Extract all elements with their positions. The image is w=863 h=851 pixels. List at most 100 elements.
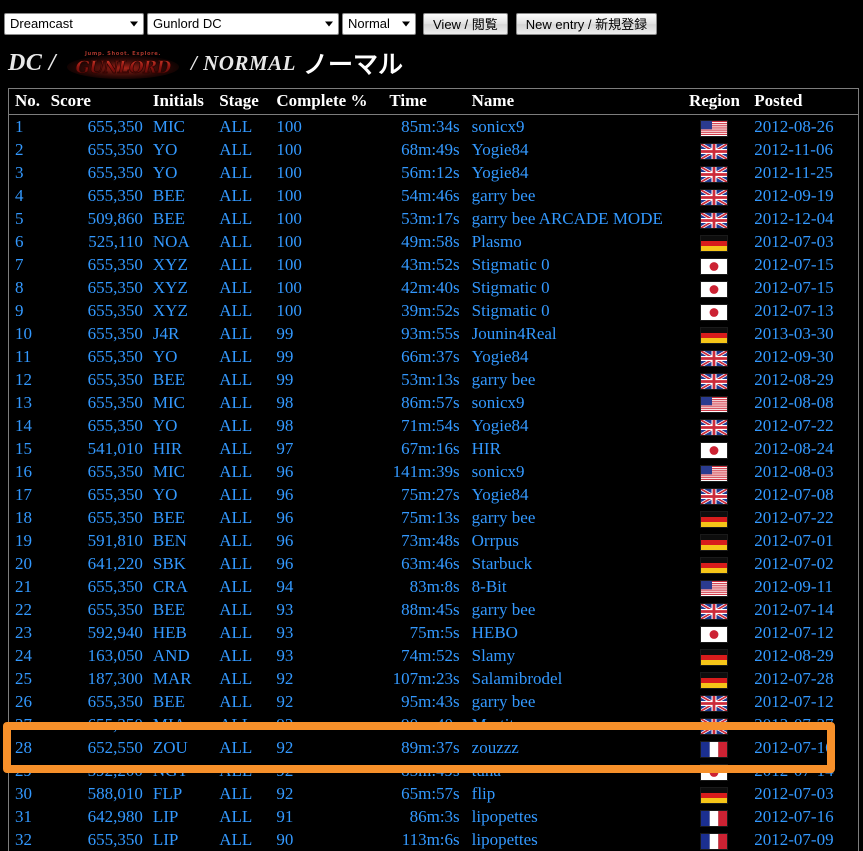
table-row[interactable]: 8655,350XYZALL10042m:40sStigmatic 02012-… [9,276,858,299]
table-row[interactable]: 32655,350LIPALL90113m:6slipopettes2012-0… [9,828,858,851]
mode-select[interactable]: Normal [342,13,416,35]
flag-de-icon [701,236,727,251]
table-row[interactable]: 1655,350MICALL10085m:34ssonicx92012-08-2… [9,115,858,139]
cell-no: 6 [9,230,45,253]
cell-posted: 2012-07-27 [748,713,858,736]
col-header-initials[interactable]: Initials [147,89,215,115]
cell-initials: NGT [147,759,215,782]
cell-stage: ALL [215,368,272,391]
cell-posted: 2012-12-04 [748,207,858,230]
cell-name: Yogie84 [464,161,681,184]
table-row[interactable]: 18655,350BEEALL9675m:13sgarry bee2012-07… [9,506,858,529]
table-row[interactable]: 7655,350XYZALL10043m:52sStigmatic 02012-… [9,253,858,276]
col-header-posted[interactable]: Posted [748,89,858,115]
cell-region [681,184,749,207]
table-row[interactable]: 16655,350MICALL96141m:39ssonicx92012-08-… [9,460,858,483]
cell-stage: ALL [215,690,272,713]
table-row[interactable]: 19591,810BENALL9673m:48sOrrpus2012-07-01 [9,529,858,552]
gunlord-logo[interactable]: Jump. Shoot. Explore. GUNLORD [64,46,182,80]
cell-initials: YO [147,345,215,368]
table-row[interactable]: 4655,350BEEALL10054m:46sgarry bee2012-09… [9,184,858,207]
table-row[interactable]: 31642,980LIPALL9186m:3slipopettes2012-07… [9,805,858,828]
table-row[interactable]: 26655,350BEEALL9295m:43sgarry bee2012-07… [9,690,858,713]
cell-stage: ALL [215,322,272,345]
cell-name: Orrpus [464,529,681,552]
table-row[interactable]: 23592,940HEBALL9375m:5sHEBO2012-07-12 [9,621,858,644]
flag-us-icon [701,466,727,481]
table-row[interactable]: 2655,350YOALL10068m:49sYogie842012-11-06 [9,138,858,161]
cell-no: 18 [9,506,45,529]
cell-complete: 93 [272,644,385,667]
cell-complete: 92 [272,713,385,736]
cell-no: 17 [9,483,45,506]
cell-complete: 100 [272,138,385,161]
table-row[interactable]: 9655,350XYZALL10039m:52sStigmatic 02012-… [9,299,858,322]
table-row[interactable]: 22655,350BEEALL9388m:45sgarry bee2012-07… [9,598,858,621]
cell-name: sonicx9 [464,460,681,483]
col-header-complete[interactable]: Complete % [272,89,385,115]
table-row[interactable]: 15541,010HIRALL9767m:16sHIR2012-08-24 [9,437,858,460]
cell-stage: ALL [215,460,272,483]
breadcrumb-platform[interactable]: DC / [8,50,56,77]
table-row[interactable]: 6525,110NOAALL10049m:58sPlasmo2012-07-03 [9,230,858,253]
cell-posted: 2012-09-19 [748,184,858,207]
cell-posted: 2012-08-26 [748,115,858,139]
table-row[interactable]: 24163,050ANDALL9374m:52sSlamy2012-08-29 [9,644,858,667]
col-header-score[interactable]: Score [45,89,147,115]
col-header-name[interactable]: Name [464,89,681,115]
cell-posted: 2012-09-11 [748,575,858,598]
game-select[interactable]: Gunlord DC [147,13,339,35]
new-entry-button[interactable]: New entry / 新規登録 [516,13,657,35]
col-header-region[interactable]: Region [681,89,749,115]
cell-name: HIR [464,437,681,460]
table-row[interactable]: 30588,010FLPALL9265m:57sflip2012-07-03 [9,782,858,805]
table-row[interactable]: 20641,220SBKALL9663m:46sStarbuck2012-07-… [9,552,858,575]
table-row[interactable]: 17655,350YOALL9675m:27sYogie842012-07-08 [9,483,858,506]
system-select[interactable]: Dreamcast [4,13,144,35]
cell-initials: BEN [147,529,215,552]
chevron-down-icon [325,21,333,26]
table-row[interactable]: 13655,350MICALL9886m:57ssonicx92012-08-0… [9,391,858,414]
flag-de-icon [701,650,727,665]
cell-stage: ALL [215,253,272,276]
cell-name: Stigmatic 0 [464,299,681,322]
cell-initials: BEE [147,184,215,207]
col-header-no[interactable]: No. [9,89,45,115]
cell-complete: 94 [272,575,385,598]
cell-complete: 100 [272,230,385,253]
cell-name: Yogie84 [464,414,681,437]
cell-posted: 2012-08-24 [748,437,858,460]
cell-stage: ALL [215,552,272,575]
cell-name: garry bee [464,184,681,207]
table-row[interactable]: 27655,350MIAALL9290m:40sMartita2012-07-2… [9,713,858,736]
col-header-stage[interactable]: Stage [215,89,272,115]
table-row[interactable]: 25187,300MARALL92107m:23sSalamibrodel201… [9,667,858,690]
cell-no: 32 [9,828,45,851]
cell-complete: 99 [272,368,385,391]
table-row[interactable]: 28652,550ZOUALL9289m:37szouzzz2012-07-16 [9,736,858,759]
svg-text:Jump. Shoot. Explore.: Jump. Shoot. Explore. [84,51,161,57]
table-row[interactable]: 21655,350CRAALL9483m:8s8-Bit2012-09-11 [9,575,858,598]
col-header-time[interactable]: Time [385,89,463,115]
table-row[interactable]: 3655,350YOALL10056m:12sYogie842012-11-25 [9,161,858,184]
cell-region [681,621,749,644]
cell-complete: 100 [272,299,385,322]
cell-posted: 2012-07-22 [748,414,858,437]
cell-time: 86m:3s [385,805,463,828]
table-row[interactable]: 5509,860BEEALL10053m:17sgarry bee ARCADE… [9,207,858,230]
cell-no: 4 [9,184,45,207]
table-row[interactable]: 29592,200NGTALL9285m:49stuna2012-07-14 [9,759,858,782]
cell-posted: 2012-07-08 [748,483,858,506]
table-row[interactable]: 11655,350YOALL9966m:37sYogie842012-09-30 [9,345,858,368]
table-row[interactable]: 14655,350YOALL9871m:54sYogie842012-07-22 [9,414,858,437]
cell-region [681,138,749,161]
view-button[interactable]: View / 閲覧 [423,13,508,35]
table-row[interactable]: 10655,350J4RALL9993m:55sJounin4Real2013-… [9,322,858,345]
cell-posted: 2012-07-22 [748,506,858,529]
cell-score: 592,200 [45,759,147,782]
table-row[interactable]: 12655,350BEEALL9953m:13sgarry bee2012-08… [9,368,858,391]
cell-no: 3 [9,161,45,184]
cell-score: 655,350 [45,713,147,736]
cell-time: 43m:52s [385,253,463,276]
cell-stage: ALL [215,138,272,161]
